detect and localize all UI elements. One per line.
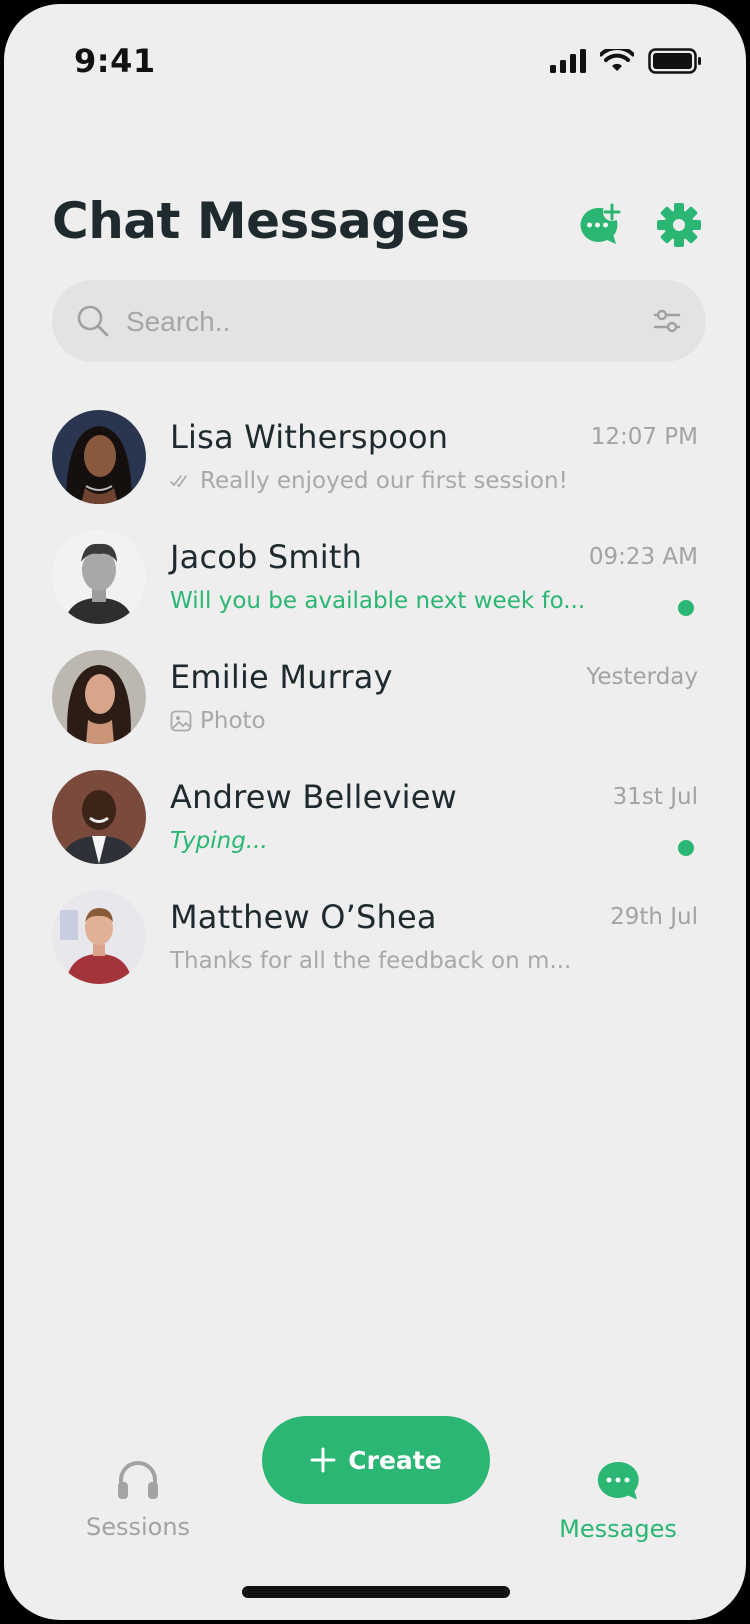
cellular-signal-icon [550,49,586,73]
message-time: 31st Jul [612,784,698,810]
avatar [52,890,146,984]
message-time: Yesterday [586,664,698,690]
message-preview: Will you be available next week fo... [170,588,585,614]
status-time: 9:41 [74,42,156,80]
typing-indicator-text: Typing... [170,828,268,854]
contact-name: Andrew Belleview [170,778,457,816]
headphones-icon [118,1461,158,1499]
contact-name: Emilie Murray [170,658,393,696]
home-indicator [242,1586,510,1598]
new-chat-button[interactable] [576,202,624,250]
double-check-icon [170,475,187,488]
message-preview-text: Will you be available next week fo... [170,588,586,614]
chat-row[interactable]: Andrew Belleview 31st Jul Typing... [4,764,746,884]
message-preview-text: Photo [200,708,266,734]
wifi-icon [600,49,634,71]
avatar [52,650,146,744]
battery-icon [648,48,701,74]
plus-icon [310,1447,336,1473]
search-input[interactable] [124,280,608,364]
phone-screen: 9:41 Chat Messages Search.. Lisa Withers… [4,4,746,1620]
contact-name: Matthew O’Shea [170,898,437,936]
avatar [52,530,146,624]
chat-bubble-icon [597,1461,639,1500]
nav-item-messages[interactable]: Messages [528,1460,708,1543]
filter-sliders-icon[interactable] [652,306,682,336]
message-preview-text: Really enjoyed our first session! [200,468,568,494]
message-preview-text: Thanks for all the feedback on m... [170,948,572,974]
search-bar [52,280,706,364]
message-time: 09:23 AM [588,544,698,570]
chat-plus-icon [580,203,621,244]
chat-row[interactable]: Jacob Smith 09:23 AM Will you be availab… [4,524,746,644]
settings-button[interactable] [656,202,702,250]
message-time: 12:07 PM [590,424,698,450]
page-title: Chat Messages [52,192,470,250]
message-preview: Really enjoyed our first session! [170,468,568,494]
create-button[interactable]: Create [262,1416,490,1504]
chat-row[interactable]: Emilie Murray Yesterday Photo [4,644,746,764]
contact-name: Jacob Smith [170,538,363,576]
unread-indicator [678,840,694,856]
chat-row[interactable]: Matthew O’Shea 29th Jul Thanks for all t… [4,884,746,1004]
message-time: 29th Jul [610,904,698,930]
search-icon [77,305,109,337]
contact-name: Lisa Witherspoon [170,418,449,456]
status-icons [550,48,702,74]
create-button-label: Create [348,1445,442,1475]
photo-icon [170,710,192,732]
chat-list: Lisa Witherspoon 12:07 PM Really enjoyed… [4,404,746,1004]
message-preview: Thanks for all the feedback on m... [170,948,571,974]
avatar [52,770,146,864]
avatar [52,410,146,504]
nav-item-sessions[interactable]: Sessions [48,1460,228,1541]
gear-icon [657,203,701,247]
message-preview: Typing... [170,828,268,854]
nav-label-sessions: Sessions [85,1513,191,1541]
unread-indicator [678,600,694,616]
message-preview: Photo [170,708,266,734]
chat-row[interactable]: Lisa Witherspoon 12:07 PM Really enjoyed… [4,404,746,524]
nav-label-messages: Messages [559,1515,677,1543]
